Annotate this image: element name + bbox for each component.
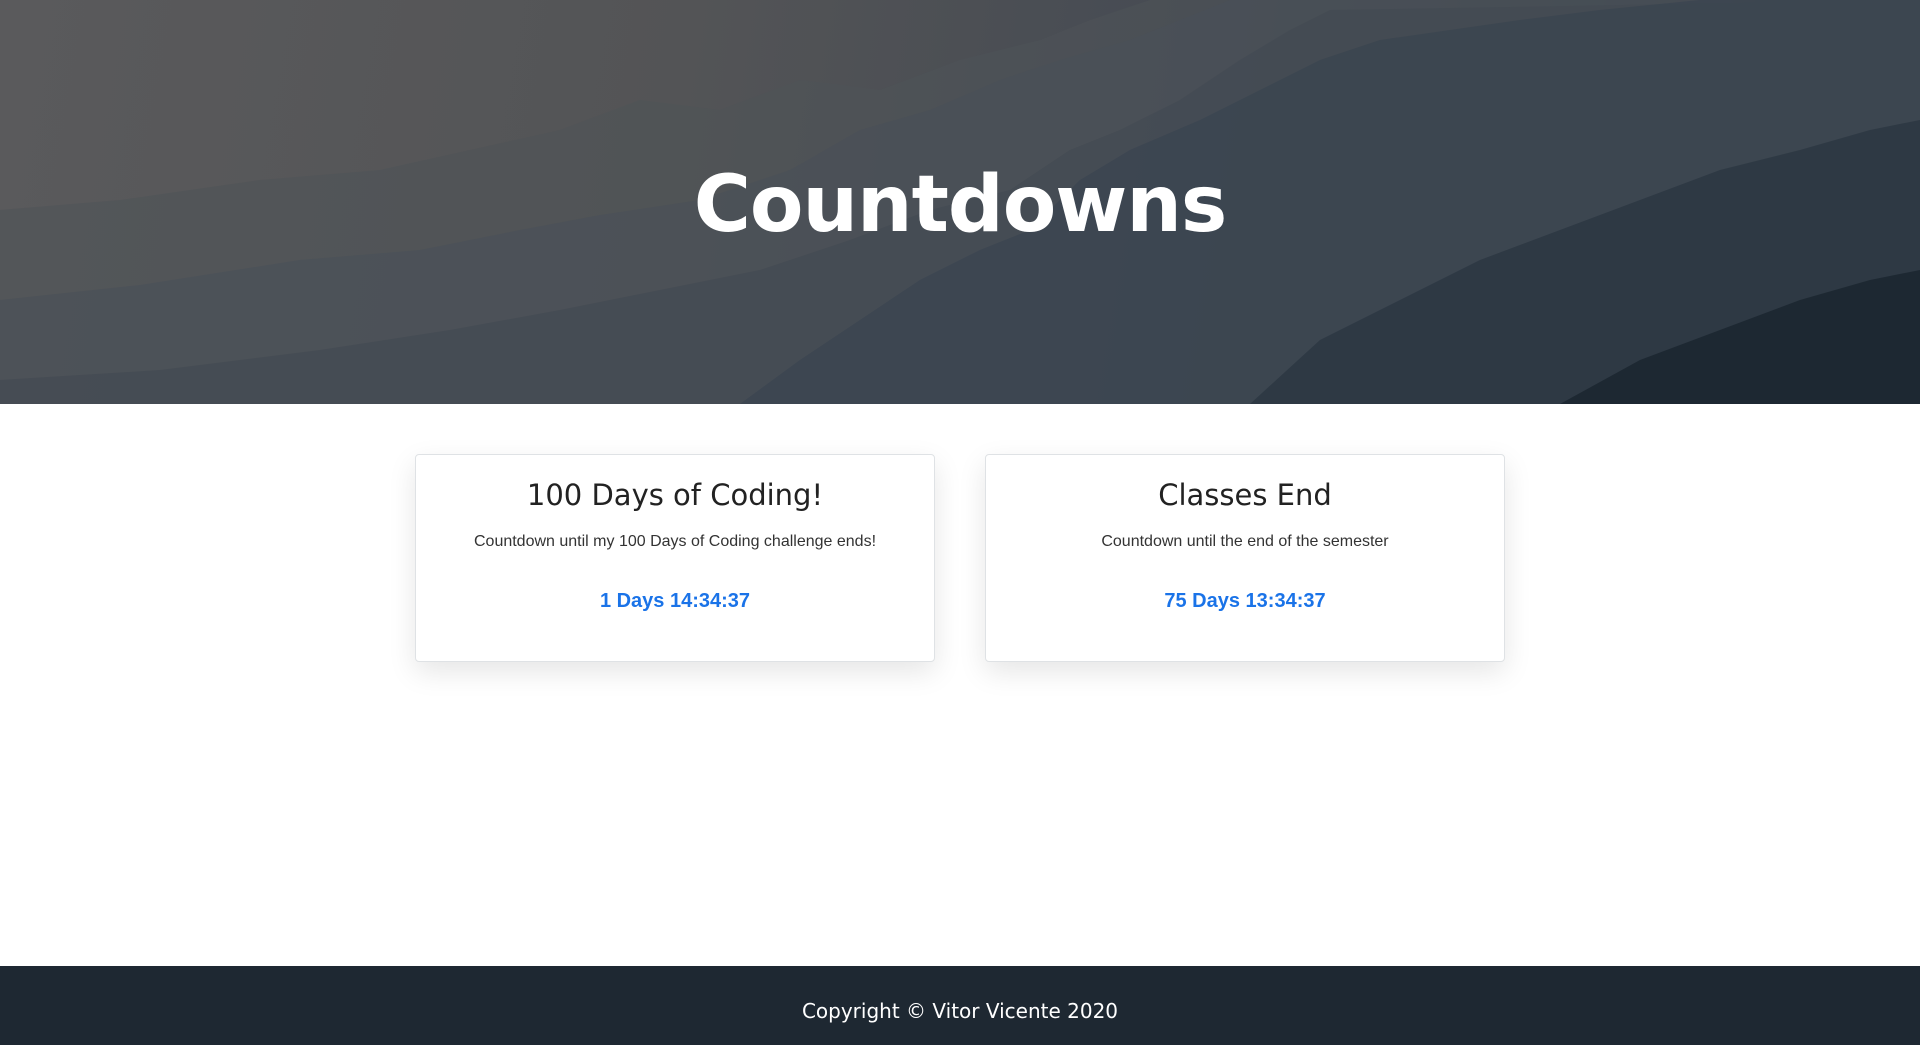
page-title: Countdowns	[693, 160, 1228, 250]
countdown-cards: 100 Days of Coding! Countdown until my 1…	[415, 454, 1505, 662]
countdown-description: Countdown until my 100 Days of Coding ch…	[473, 533, 877, 550]
hero-banner: Countdowns	[0, 0, 1920, 404]
countdown-title: Classes End	[1158, 478, 1332, 512]
countdown-card: 100 Days of Coding! Countdown until my 1…	[415, 454, 935, 662]
countdown-title: 100 Days of Coding!	[526, 478, 824, 512]
countdown-timer: 1 Days 14:34:37	[599, 590, 751, 612]
copyright-text: Copyright © Vitor Vicente 2020	[801, 999, 1119, 1023]
page-footer: Copyright © Vitor Vicente 2020	[0, 966, 1920, 1045]
countdown-description: Countdown until the end of the semester	[1101, 533, 1389, 550]
countdown-card: Classes End Countdown until the end of t…	[985, 454, 1505, 662]
countdown-timer: 75 Days 13:34:37	[1164, 590, 1326, 612]
